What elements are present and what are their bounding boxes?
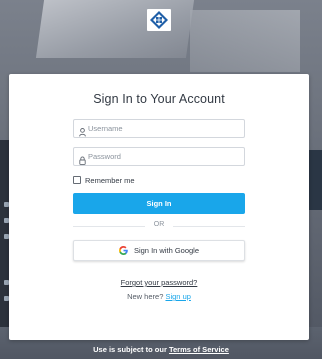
google-sign-in-label: Sign In with Google [133, 246, 200, 255]
google-sign-in-button[interactable]: Sign In with Google [73, 240, 245, 261]
username-input[interactable] [88, 121, 238, 136]
remember-me-label: Remember me [85, 175, 135, 185]
lock-icon [79, 152, 86, 170]
company-logo [147, 9, 171, 31]
forgot-password-link[interactable]: Forgot your password? [9, 278, 309, 287]
terms-of-service-link[interactable]: Terms of Service [169, 345, 229, 354]
google-icon [118, 246, 128, 255]
terms-footer: Use is subject to our Terms of Service [0, 345, 322, 354]
password-input[interactable] [88, 149, 238, 164]
username-field[interactable] [73, 119, 245, 138]
background-right-panel [308, 150, 322, 210]
sign-in-button[interactable]: Sign In [73, 193, 245, 214]
signup-prompt: New here? Sign up [9, 292, 309, 301]
terms-text: Use is subject to our [93, 345, 167, 354]
remember-me[interactable]: Remember me [73, 175, 135, 185]
login-card: Sign In to Your Account Remember me Sign… [9, 74, 309, 340]
sign-up-link[interactable]: Sign up [165, 292, 190, 301]
or-divider: OR [73, 221, 245, 231]
remember-me-checkbox[interactable] [73, 176, 81, 184]
divider-line-right [173, 226, 245, 227]
password-field[interactable] [73, 147, 245, 166]
new-here-text: New here? [127, 292, 164, 301]
background-laptop-secondary [190, 10, 300, 72]
user-icon [79, 124, 86, 142]
logo-mark [150, 11, 168, 29]
page-title: Sign In to Your Account [93, 92, 225, 106]
